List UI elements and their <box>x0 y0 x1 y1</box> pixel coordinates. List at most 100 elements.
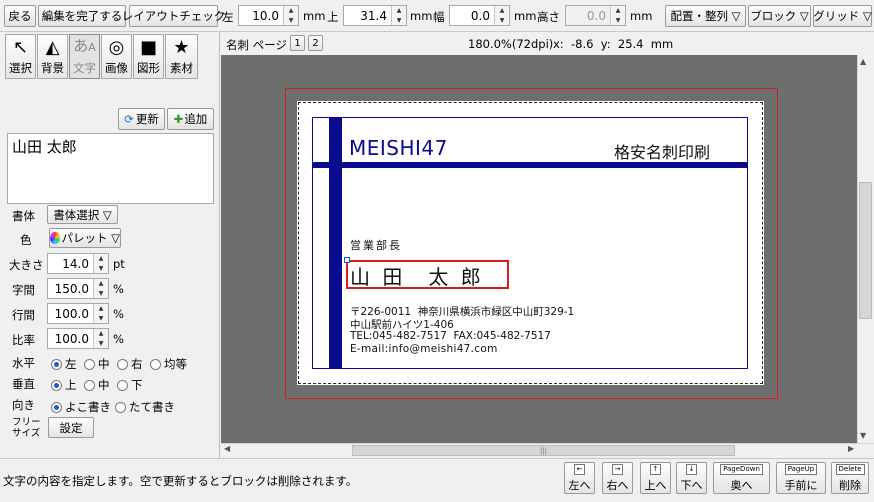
card-department[interactable]: 営業部長 <box>350 237 402 253</box>
size-label: 大きさ <box>9 258 44 272</box>
tool-background[interactable]: ◭ 背景 <box>37 34 68 79</box>
pointer-icon: ↖ <box>12 37 29 58</box>
card-tel-fax[interactable]: TEL:045-482-7517 FAX:045-482-7517 <box>350 330 551 342</box>
horizontal-writing-radio[interactable]: よこ書き <box>51 399 111 415</box>
card-name[interactable]: 山 田 太 郎 <box>350 261 484 290</box>
width-label: 幅 <box>433 10 445 24</box>
width-spinner[interactable]: ▲ ▼ <box>494 6 509 25</box>
halign-left-radio[interactable]: 左 <box>51 356 77 372</box>
move-left-button[interactable]: ← 左へ <box>564 462 595 494</box>
tool-image[interactable]: ◎ 画像 <box>101 34 132 79</box>
page-2-button[interactable]: 2 <box>308 35 323 51</box>
height-input[interactable]: 0.0 ▲ ▼ <box>565 5 626 26</box>
tool-text[interactable]: あA 文字 <box>69 34 100 79</box>
bring-forward-button[interactable]: PageUp 手前に <box>776 462 826 494</box>
finish-editing-button[interactable]: 編集を完了する <box>38 5 126 27</box>
page-1-button[interactable]: 1 <box>290 35 305 51</box>
shape-icon: ■ <box>139 37 157 58</box>
line-spacing-label: 行間 <box>12 308 35 322</box>
left-input[interactable]: 10.0 ▲ ▼ <box>238 5 299 26</box>
width-input[interactable]: 0.0 ▲ ▼ <box>449 5 510 26</box>
layout-check-button[interactable]: レイアウトチェック <box>122 5 225 27</box>
card-brand[interactable]: MEISHI47 <box>349 136 448 160</box>
card-vertical-bar[interactable] <box>329 117 342 369</box>
font-label: 書体 <box>12 209 35 223</box>
down-arrow-key-icon: ↓ <box>685 463 698 475</box>
char-spacing-spinner[interactable]: ▲ ▼ <box>93 279 108 298</box>
arrange-dropdown[interactable]: 配置・整列 ▽ <box>665 5 746 27</box>
size-input[interactable]: 14.0 ▲ ▼ <box>47 253 109 274</box>
send-backward-button[interactable]: PageDown 奥へ <box>713 462 770 494</box>
scroll-up-arrow-icon[interactable]: ▲ <box>860 57 866 66</box>
coordinate-readout: x: -8.6 y: 25.4 mm <box>553 37 674 51</box>
height-unit: mm <box>630 9 653 23</box>
font-select-button[interactable]: 書体選択 ▽ <box>47 205 118 224</box>
delete-key-icon: Delete <box>835 463 865 475</box>
plus-icon: ✚ <box>173 112 184 126</box>
size-unit: pt <box>113 257 125 271</box>
block-dropdown[interactable]: ブロック ▽ <box>748 5 811 27</box>
grid-dropdown[interactable]: グリッド ▽ <box>813 5 872 27</box>
vertical-writing-radio[interactable]: たて書き <box>115 399 175 415</box>
valign-bottom-radio[interactable]: 下 <box>117 377 143 393</box>
halign-label: 水平 <box>12 356 35 370</box>
horizontal-scroll-thumb[interactable]: ||| <box>352 445 735 456</box>
right-arrow-key-icon: → <box>611 463 624 475</box>
tool-material[interactable]: ★ 素材 <box>165 34 198 79</box>
height-label: 高さ <box>537 10 560 24</box>
move-down-button[interactable]: ↓ 下へ <box>676 462 707 494</box>
scroll-left-arrow-icon[interactable]: ◀ <box>224 444 230 453</box>
halign-right-radio[interactable]: 右 <box>117 356 143 372</box>
scroll-down-arrow-icon[interactable]: ▼ <box>860 431 866 440</box>
line-spacing-input[interactable]: 100.0 ▲ ▼ <box>47 303 109 324</box>
move-right-button[interactable]: → 右へ <box>602 462 633 494</box>
star-icon: ★ <box>173 37 190 58</box>
back-button[interactable]: 戻る <box>4 5 36 27</box>
zoom-readout: 180.0%(72dpi) <box>468 37 554 51</box>
line-spacing-spinner[interactable]: ▲ ▼ <box>93 304 108 323</box>
width-unit: mm <box>514 9 537 23</box>
up-arrow-key-icon: ↑ <box>649 463 662 475</box>
card-email[interactable]: E-mail:info@meishi47.com <box>350 343 498 355</box>
ratio-input[interactable]: 100.0 ▲ ▼ <box>47 328 109 349</box>
ratio-spinner[interactable]: ▲ ▼ <box>93 329 108 348</box>
card-tagline[interactable]: 格安名刺印刷 <box>614 139 710 163</box>
palette-icon <box>50 232 60 244</box>
top-unit: mm <box>410 9 433 23</box>
valign-top-radio[interactable]: 上 <box>51 377 77 393</box>
pagedown-key-icon: PageDown <box>720 463 763 475</box>
status-message: 文字の内容を指定します。空で更新するとブロックは削除されます。 <box>3 474 358 488</box>
top-spinner[interactable]: ▲ ▼ <box>391 6 406 25</box>
left-label: 左 <box>222 10 234 24</box>
page-label: 名刺 ページ <box>226 38 287 52</box>
palette-button[interactable]: パレット ▽ <box>49 228 121 248</box>
valign-label: 垂直 <box>12 377 35 391</box>
ratio-unit: % <box>113 332 124 346</box>
move-up-button[interactable]: ↑ 上へ <box>640 462 671 494</box>
direction-label: 向き <box>12 398 35 412</box>
height-spinner[interactable]: ▲ ▼ <box>610 6 625 25</box>
char-spacing-unit: % <box>113 282 124 296</box>
free-size-setting-button[interactable]: 設定 <box>48 417 94 438</box>
valign-middle-radio[interactable]: 中 <box>84 377 110 393</box>
text-content-textarea[interactable]: 山田 太郎 <box>7 133 214 204</box>
add-button[interactable]: ✚ 追加 <box>167 108 214 130</box>
mountain-icon: ◭ <box>45 37 60 58</box>
pageup-key-icon: PageUp <box>784 463 818 475</box>
tool-shape[interactable]: ■ 図形 <box>133 34 164 79</box>
color-label: 色 <box>20 233 32 247</box>
halign-center-radio[interactable]: 中 <box>84 356 110 372</box>
char-spacing-input[interactable]: 150.0 ▲ ▼ <box>47 278 109 299</box>
top-input[interactable]: 31.4 ▲ ▼ <box>343 5 407 26</box>
refresh-icon: ⟳ <box>124 112 134 126</box>
halign-justify-radio[interactable]: 均等 <box>150 356 187 372</box>
delete-button[interactable]: Delete 削除 <box>831 462 869 494</box>
left-spinner[interactable]: ▲ ▼ <box>283 6 298 25</box>
tool-select[interactable]: ↖ 選択 <box>5 34 36 79</box>
update-button[interactable]: ⟳ 更新 <box>118 108 165 130</box>
vertical-scroll-thumb[interactable] <box>859 182 872 319</box>
size-spinner[interactable]: ▲ ▼ <box>93 254 108 273</box>
scroll-right-arrow-icon[interactable]: ▶ <box>848 444 854 453</box>
char-spacing-label: 字間 <box>12 283 35 297</box>
text-icon: あA <box>73 37 96 55</box>
